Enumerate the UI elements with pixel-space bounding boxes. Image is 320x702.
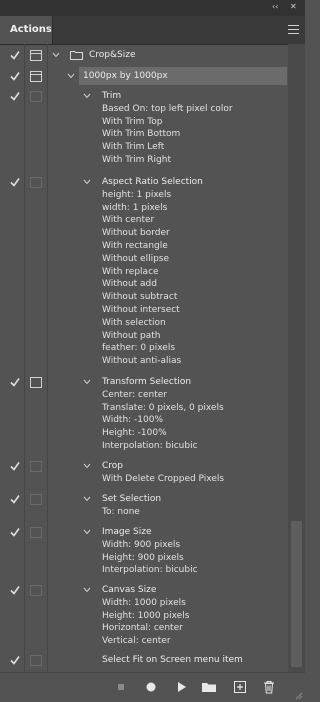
- step-parameter: With Trim Right: [102, 155, 171, 165]
- stop-icon[interactable]: [113, 679, 129, 695]
- step-parameter: With selection: [102, 317, 166, 328]
- delete-icon[interactable]: [261, 679, 277, 695]
- step-parameter: Based On: top left pixel color: [102, 103, 233, 114]
- chevron-down-icon[interactable]: [83, 179, 91, 185]
- chevron-down-icon[interactable]: [67, 73, 75, 79]
- new-action-icon[interactable]: [232, 679, 248, 695]
- toggle-columns: [0, 44, 48, 672]
- chevron-down-icon[interactable]: [83, 93, 91, 99]
- new-set-folder-icon[interactable]: [201, 679, 217, 695]
- checkmark-icon[interactable]: [9, 90, 21, 102]
- scrollbar-thumb[interactable]: [291, 521, 302, 667]
- folder-icon: [70, 51, 83, 60]
- checkmark-icon[interactable]: [9, 176, 21, 188]
- step-label[interactable]: Transform Selection: [102, 377, 191, 387]
- step-label[interactable]: Crop: [102, 461, 123, 471]
- chevron-down-icon[interactable]: [83, 587, 91, 593]
- chevron-down-icon[interactable]: [83, 496, 91, 502]
- step-parameter: Horizontal: center: [102, 623, 183, 634]
- checkmark-icon[interactable]: [9, 70, 21, 82]
- checkmark-icon[interactable]: [9, 493, 21, 505]
- checkmark-icon[interactable]: [9, 654, 21, 666]
- chevron-down-icon[interactable]: [52, 52, 60, 58]
- dialog-toggle-icon[interactable]: [30, 655, 42, 666]
- panel-menu-icon[interactable]: [288, 25, 299, 37]
- action-set-name[interactable]: Crop&Size: [89, 50, 136, 60]
- step-parameter: To: none: [102, 506, 140, 517]
- dialog-toggle-icon[interactable]: [30, 50, 42, 61]
- chevron-down-icon[interactable]: [83, 379, 91, 385]
- dialog-toggle-icon[interactable]: [30, 71, 42, 82]
- step-parameter: Without subtract: [102, 292, 178, 303]
- step-parameter: Width: -100%: [102, 415, 164, 426]
- step-label[interactable]: Select Fit on Screen menu item: [102, 655, 243, 665]
- step-parameter: Height: -100%: [102, 428, 167, 439]
- step-label[interactable]: Aspect Ratio Selection: [102, 177, 203, 187]
- chevron-down-icon[interactable]: [83, 463, 91, 469]
- dialog-toggle-icon[interactable]: [30, 177, 42, 188]
- step-parameter: Without border: [102, 228, 170, 239]
- step-parameter: Height: 900 pixels: [102, 552, 184, 563]
- action-name[interactable]: 1000px by 1000px: [83, 71, 168, 81]
- step-parameter: Width: 1000 pixels: [102, 597, 186, 608]
- dialog-toggle-icon[interactable]: [30, 527, 42, 538]
- step-parameter: With Trim Top: [102, 116, 163, 127]
- dialog-toggle-icon[interactable]: [30, 377, 42, 388]
- checkmark-icon[interactable]: [9, 49, 21, 61]
- resize-grip-icon[interactable]: [295, 692, 303, 700]
- checkmark-icon[interactable]: [9, 584, 21, 596]
- step-parameter: Interpolation: bicubic: [102, 441, 198, 451]
- step-parameter: Without ellipse: [102, 253, 170, 264]
- dialog-toggle-icon[interactable]: [30, 91, 42, 102]
- step-label[interactable]: Image Size: [102, 527, 152, 537]
- step-parameter: Center: center: [102, 389, 167, 400]
- tab-actions-label: Actions: [10, 24, 52, 35]
- record-icon[interactable]: [143, 679, 159, 695]
- step-parameter: width: 1 pixels: [102, 202, 168, 213]
- step-parameter: With rectangle: [102, 241, 168, 251]
- panel-top-strip: ‹‹ ✕: [0, 0, 305, 16]
- step-parameter: Without add: [102, 279, 157, 290]
- step-label[interactable]: Set Selection: [102, 494, 161, 504]
- step-parameter: With Delete Cropped Pixels: [102, 473, 225, 484]
- step-parameter: Without path: [102, 330, 161, 341]
- actions-toolbar: [0, 672, 305, 702]
- step-parameter: Height: 1000 pixels: [102, 610, 190, 621]
- close-panel-button[interactable]: ✕: [290, 2, 297, 12]
- collapse-panels-button[interactable]: ‹‹: [272, 2, 278, 12]
- dialog-toggle-icon[interactable]: [30, 461, 42, 472]
- dialog-toggle-icon[interactable]: [30, 494, 42, 505]
- step-parameter: With Trim Left: [102, 142, 165, 153]
- step-parameter: With replace: [102, 266, 159, 277]
- step-parameter: Interpolation: bicubic: [102, 565, 198, 576]
- step-parameter: Without anti-alias: [102, 356, 182, 367]
- step-label[interactable]: Canvas Size: [102, 585, 156, 595]
- checkmark-icon[interactable]: [9, 376, 21, 388]
- tab-actions[interactable]: Actions: [0, 16, 53, 44]
- dialog-toggle-icon[interactable]: [30, 585, 42, 596]
- chevron-down-icon[interactable]: [83, 529, 91, 535]
- checkmark-icon[interactable]: [9, 460, 21, 472]
- panel-tab-bar: Actions: [0, 16, 305, 45]
- step-parameter: height: 1 pixels: [102, 189, 172, 200]
- step-parameter: With Trim Bottom: [102, 129, 181, 140]
- play-icon[interactable]: [173, 679, 189, 695]
- step-parameter: With center: [102, 215, 155, 226]
- step-parameter: Without intersect: [102, 305, 180, 315]
- checkmark-icon[interactable]: [9, 526, 21, 538]
- step-parameter: Translate: 0 pixels, 0 pixels: [102, 402, 224, 413]
- step-label[interactable]: Trim: [102, 91, 121, 101]
- step-parameter: Width: 900 pixels: [102, 539, 181, 550]
- step-parameter: feather: 0 pixels: [102, 343, 176, 354]
- step-parameter: Vertical: center: [102, 636, 171, 647]
- actions-list: Crop&Size 1000px by 1000px Trim Based On: t…: [0, 44, 288, 672]
